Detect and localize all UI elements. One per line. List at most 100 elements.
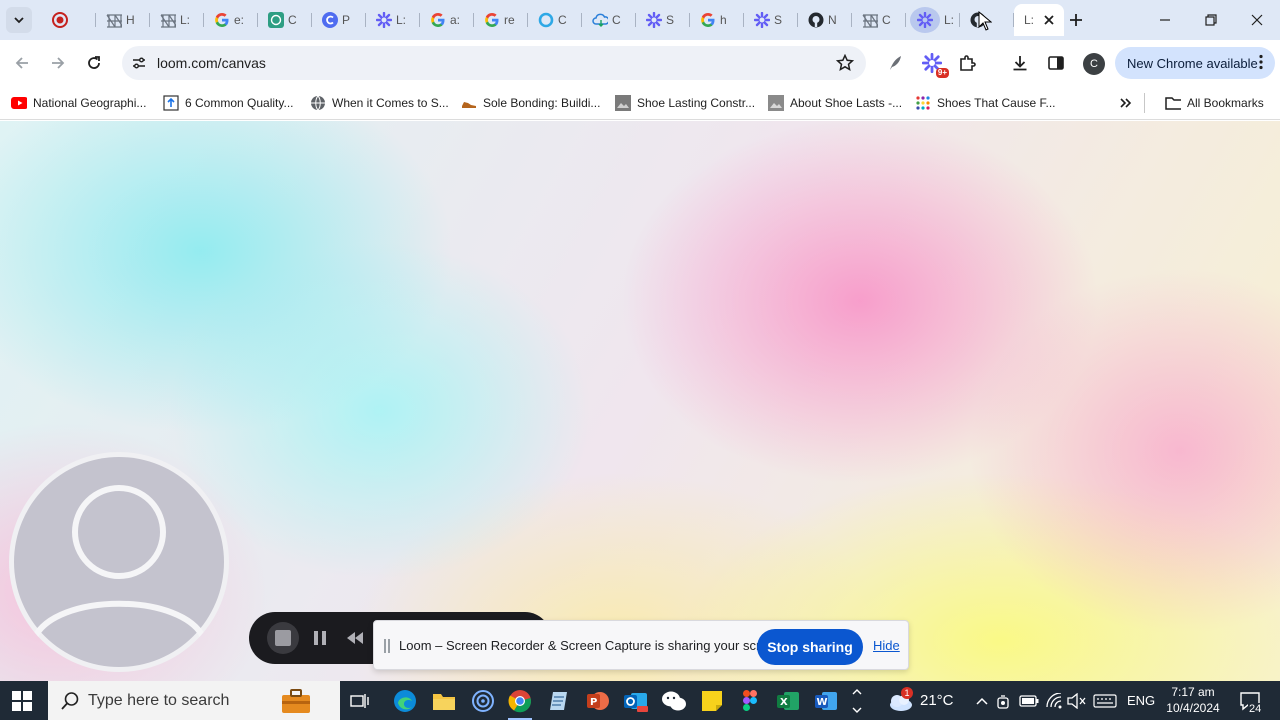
figma-icon[interactable] (734, 685, 766, 717)
tab[interactable]: C (582, 4, 636, 36)
github-icon (808, 12, 824, 28)
side-panel-icon[interactable] (1045, 52, 1067, 74)
google-icon (430, 12, 446, 28)
wechat-icon[interactable] (658, 685, 690, 717)
all-bookmarks-button[interactable]: All Bookmarks (1165, 93, 1264, 113)
tab[interactable]: L: (906, 4, 960, 36)
system-clock[interactable]: 7:17 am 10/4/2024 (1158, 684, 1228, 716)
stop-sharing-button[interactable]: Stop sharing (757, 629, 863, 665)
tab[interactable]: L: (366, 4, 420, 36)
edge-icon[interactable] (389, 685, 421, 717)
volume-muted-icon[interactable] (1064, 685, 1090, 717)
bookmarks-overflow-button[interactable] (1118, 93, 1132, 113)
tab-active[interactable]: L: (1014, 4, 1064, 36)
extensions-puzzle-icon[interactable] (956, 52, 978, 74)
loom-icon (910, 7, 940, 33)
bookmarks-bar: National Geographi... 6 Common Quality..… (0, 86, 1280, 120)
notification-center-icon[interactable]: 24 (1234, 685, 1266, 717)
close-window-button[interactable] (1234, 0, 1280, 40)
address-bar[interactable]: loom.com/canvas (122, 46, 866, 80)
ring-icon (538, 12, 554, 28)
arrow-right-icon (52, 57, 65, 69)
forward-button[interactable] (45, 50, 71, 76)
chrome-update-button[interactable]: New Chrome available (1115, 47, 1275, 79)
tab[interactable]: S (744, 4, 798, 36)
battery-icon[interactable] (1016, 685, 1042, 717)
camera-bubble[interactable] (9, 452, 229, 672)
tab[interactable]: N (798, 4, 852, 36)
tab[interactable]: re (474, 4, 528, 36)
bookmarks-divider (1144, 93, 1145, 113)
download-icon[interactable] (1009, 52, 1031, 74)
close-icon[interactable] (1042, 13, 1056, 27)
minimize-button[interactable] (1142, 0, 1188, 40)
restart-button[interactable] (343, 626, 367, 650)
hide-link[interactable]: Hide (873, 638, 900, 653)
outlook-icon[interactable] (620, 685, 652, 717)
photo-icon (768, 95, 784, 111)
tab[interactable] (42, 4, 96, 36)
keyboard-icon[interactable] (1090, 685, 1120, 717)
tab[interactable]: C (852, 4, 906, 36)
powerpoint-icon[interactable]: P (582, 685, 614, 717)
site-info-icon[interactable] (130, 54, 148, 72)
bookmark-item[interactable]: 6 Common Quality... (163, 93, 293, 113)
stop-recording-button[interactable] (267, 622, 299, 654)
search-icon (60, 691, 80, 711)
radar-app-icon[interactable] (467, 685, 499, 717)
clock-time: 7:17 am (1171, 685, 1215, 699)
feather-extension-icon[interactable] (884, 52, 906, 74)
tab[interactable]: h (690, 4, 744, 36)
tab[interactable]: C (528, 4, 582, 36)
input-language[interactable]: ENG (1127, 693, 1155, 708)
upload-box-icon (163, 95, 179, 111)
bookmark-item[interactable]: Sole Bonding: Buildi... (461, 93, 600, 113)
bookmark-item[interactable]: National Geographi... (11, 93, 146, 113)
windows-start-icon[interactable] (12, 691, 32, 711)
tab-title: C (612, 13, 621, 27)
chevron-down-icon (14, 17, 24, 24)
bookmark-star-icon[interactable] (835, 53, 855, 72)
bookmark-item[interactable]: Shoes That Cause F... (915, 93, 1056, 113)
excel-icon[interactable]: X (772, 685, 804, 717)
svg-text:X: X (780, 697, 788, 708)
tab[interactable]: P (312, 4, 366, 36)
chevron-updown-icon (852, 689, 862, 713)
loom-icon (754, 12, 770, 28)
restore-button[interactable] (1188, 0, 1234, 40)
tab-title: L: (396, 13, 407, 27)
tab[interactable]: e: (204, 4, 258, 36)
reload-button[interactable] (81, 50, 107, 76)
extension-badge-icon[interactable]: 9+ (921, 52, 949, 78)
file-explorer-icon[interactable] (428, 685, 460, 717)
weather-icon[interactable]: 1 (884, 685, 916, 717)
tab-title: e: (234, 13, 245, 27)
back-button[interactable] (9, 50, 35, 76)
tab[interactable]: C (258, 4, 312, 36)
bookmark-label: Shoes That Cause F... (937, 96, 1056, 110)
tab[interactable]: S (636, 4, 690, 36)
meet-now-icon[interactable] (990, 685, 1016, 717)
tab[interactable]: a: (420, 4, 474, 36)
tab-search-button[interactable] (6, 7, 32, 33)
bookmark-item[interactable]: When it Comes to S... (310, 93, 449, 113)
drag-handle-icon[interactable] (384, 639, 390, 653)
more-vert-icon[interactable] (1259, 54, 1263, 73)
chrome-taskbar-icon[interactable] (504, 685, 536, 720)
tab-title: H (126, 13, 135, 27)
taskbar-scroll-arrows[interactable] (848, 685, 866, 717)
bookmark-item[interactable]: About Shoe Lasts -... (768, 93, 902, 113)
task-view-icon[interactable] (344, 685, 376, 717)
bookmark-item[interactable]: Shoe Lasting Constr... (615, 93, 755, 113)
weather-temp[interactable]: 21°C (920, 692, 954, 709)
pause-button[interactable] (308, 626, 332, 650)
new-tab-button[interactable] (1065, 9, 1087, 31)
tab[interactable]: H (96, 4, 150, 36)
taskbar-search-box[interactable]: Type here to search (48, 681, 340, 720)
profile-avatar[interactable]: C (1083, 53, 1105, 75)
word-icon[interactable]: W (810, 685, 842, 717)
tab[interactable]: L: (150, 4, 204, 36)
chatgpt-icon (268, 12, 284, 28)
notepad-icon[interactable] (543, 685, 575, 717)
sticky-notes-icon[interactable] (696, 685, 728, 717)
